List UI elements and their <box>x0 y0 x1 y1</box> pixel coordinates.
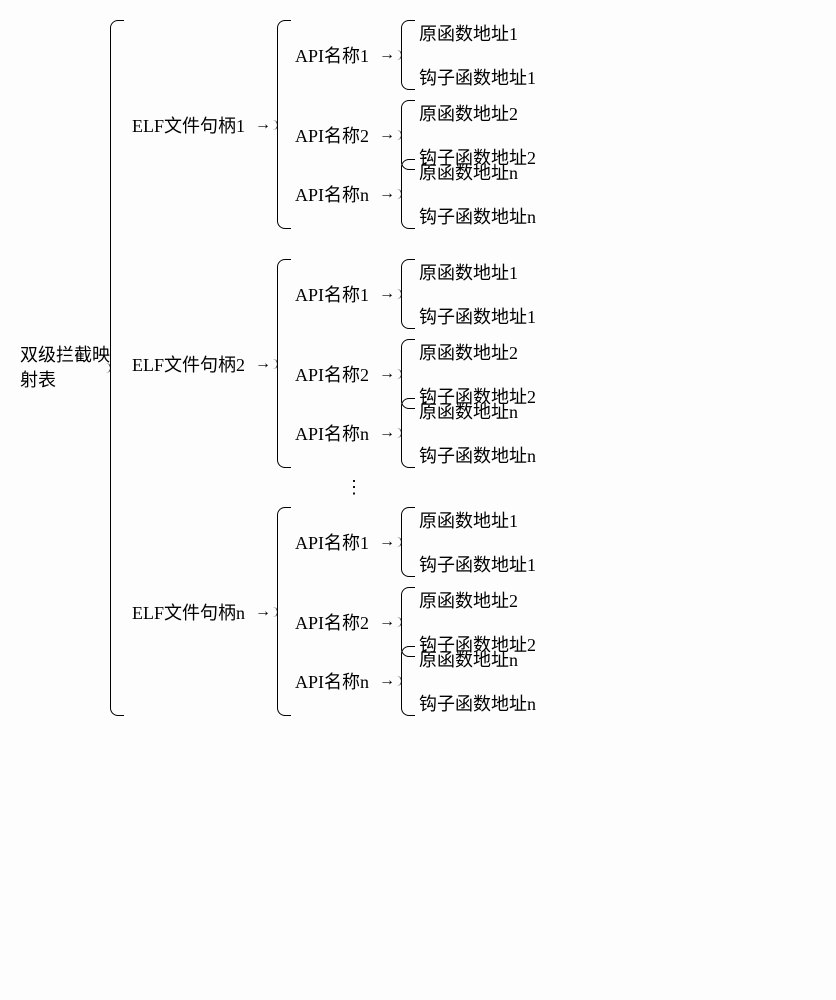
api-label: API名称n <box>295 668 369 694</box>
brace-icon <box>277 20 291 229</box>
leaf-group: 原函数地址n 钩子函数地址n <box>419 398 536 468</box>
brace-icon <box>401 507 415 577</box>
arrow-icon: → <box>255 116 271 134</box>
api-label: API名称n <box>295 420 369 446</box>
api-label: API名称2 <box>295 122 369 148</box>
brace-icon <box>401 20 415 90</box>
api-children: API名称1 → 原函数地址1 钩子函数地址1 API名称2 → 原函数地址2 … <box>295 20 536 229</box>
brace-icon <box>401 159 415 229</box>
arrow-icon: → <box>379 285 395 303</box>
arrow-icon: → <box>379 672 395 690</box>
arrow-icon: → <box>379 365 395 383</box>
api-children: API名称1 → 原函数地址1 钩子函数地址1 API名称2 → 原函数地址2 … <box>295 259 536 468</box>
leaf-hook-addr: 钩子函数地址n <box>419 203 536 229</box>
leaf-original-addr: 原函数地址1 <box>419 259 536 285</box>
brace-icon <box>401 259 415 329</box>
brace-icon <box>110 20 124 716</box>
api-label: API名称1 <box>295 42 369 68</box>
elf-label: ELF文件句柄2 <box>132 351 245 377</box>
leaf-group: 原函数地址1 钩子函数地址1 <box>419 20 536 90</box>
api-label: API名称1 <box>295 281 369 307</box>
leaf-original-addr: 原函数地址n <box>419 159 536 185</box>
leaf-original-addr: 原函数地址2 <box>419 339 536 365</box>
leaf-original-addr: 原函数地址1 <box>419 20 536 46</box>
api-node: API名称n → 原函数地址n 钩子函数地址n <box>295 159 536 229</box>
arrow-icon: → <box>379 185 395 203</box>
elf-node: ELF文件句柄2 → API名称1 → 原函数地址1 钩子函数地址1 API名称… <box>132 259 536 468</box>
brace-icon <box>401 398 415 468</box>
elf-label: ELF文件句柄1 <box>132 112 245 138</box>
api-node: API名称1 → 原函数地址1 钩子函数地址1 <box>295 259 536 329</box>
arrow-icon: → <box>255 355 271 373</box>
leaf-hook-addr: 钩子函数地址1 <box>419 303 536 329</box>
api-node: API名称1 → 原函数地址1 钩子函数地址1 <box>295 507 536 577</box>
leaf-hook-addr: 钩子函数地址1 <box>419 64 536 90</box>
arrow-icon: → <box>255 603 271 621</box>
root-label: 双级拦截映射表 <box>20 343 110 393</box>
leaf-original-addr: 原函数地址n <box>419 398 536 424</box>
arrow-icon: → <box>379 613 395 631</box>
elf-children: ELF文件句柄1 → API名称1 → 原函数地址1 钩子函数地址1 API名称… <box>132 20 536 716</box>
tree-diagram: 双级拦截映射表 ELF文件句柄1 → API名称1 → 原函数地址1 钩子函数地… <box>20 20 816 716</box>
api-node: API名称1 → 原函数地址1 钩子函数地址1 <box>295 20 536 90</box>
arrow-icon: → <box>379 424 395 442</box>
leaf-group: 原函数地址1 钩子函数地址1 <box>419 259 536 329</box>
elf-node: ELF文件句柄1 → API名称1 → 原函数地址1 钩子函数地址1 API名称… <box>132 20 536 229</box>
api-label: API名称1 <box>295 529 369 555</box>
api-label: API名称n <box>295 181 369 207</box>
leaf-hook-addr: 钩子函数地址1 <box>419 551 536 577</box>
leaf-group: 原函数地址n 钩子函数地址n <box>419 159 536 229</box>
brace-icon <box>401 646 415 716</box>
vertical-ellipsis-icon: ⋮ <box>172 483 536 492</box>
brace-icon <box>277 259 291 468</box>
leaf-group: 原函数地址n 钩子函数地址n <box>419 646 536 716</box>
leaf-original-addr: 原函数地址n <box>419 646 536 672</box>
arrow-icon: → <box>379 46 395 64</box>
api-children: API名称1 → 原函数地址1 钩子函数地址1 API名称2 → 原函数地址2 … <box>295 507 536 716</box>
arrow-icon: → <box>379 126 395 144</box>
leaf-group: 原函数地址1 钩子函数地址1 <box>419 507 536 577</box>
leaf-original-addr: 原函数地址2 <box>419 100 536 126</box>
api-node: API名称n → 原函数地址n 钩子函数地址n <box>295 398 536 468</box>
leaf-hook-addr: 钩子函数地址n <box>419 690 536 716</box>
leaf-original-addr: 原函数地址2 <box>419 587 536 613</box>
api-label: API名称2 <box>295 361 369 387</box>
api-node: API名称n → 原函数地址n 钩子函数地址n <box>295 646 536 716</box>
brace-icon <box>277 507 291 716</box>
api-label: API名称2 <box>295 609 369 635</box>
leaf-original-addr: 原函数地址1 <box>419 507 536 533</box>
arrow-icon: → <box>379 533 395 551</box>
leaf-hook-addr: 钩子函数地址n <box>419 442 536 468</box>
elf-node: ELF文件句柄n → API名称1 → 原函数地址1 钩子函数地址1 API名称… <box>132 507 536 716</box>
elf-label: ELF文件句柄n <box>132 599 245 625</box>
